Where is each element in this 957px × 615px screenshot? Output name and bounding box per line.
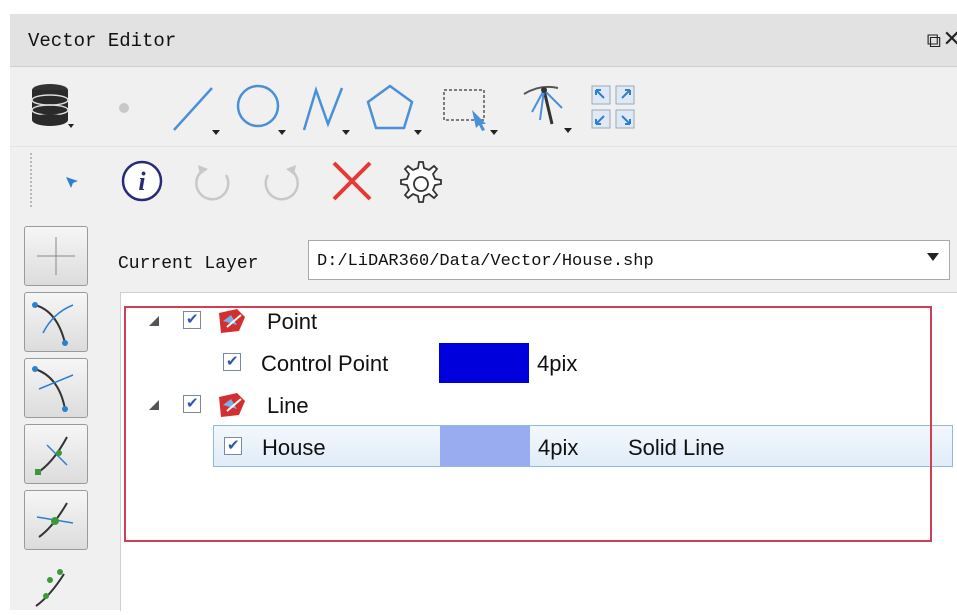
line-tool-icon[interactable]: [168, 80, 224, 136]
vector-layer-icon: [219, 393, 245, 417]
split-line-icon: [35, 436, 68, 475]
info-icon[interactable]: i: [118, 157, 166, 205]
curve-node-icon: [32, 366, 74, 412]
edit-tools-sidebar: [18, 226, 102, 610]
layer-house-size: 4pix: [538, 435, 579, 460]
tree-group-point[interactable]: Point: [121, 301, 951, 341]
expand-arrow-icon[interactable]: [149, 400, 159, 410]
current-layer-select[interactable]: D:/LiDAR360/Data/Vector/House.shp: [308, 240, 950, 280]
polyline-tool-icon[interactable]: [298, 80, 356, 136]
curve-edit-button[interactable]: [24, 292, 88, 352]
curve-edit-icon: [32, 302, 74, 346]
layer-control-point-checkbox[interactable]: [223, 352, 241, 371]
toolbar-primary: [10, 74, 957, 142]
current-layer-value: D:/LiDAR360/Data/Vector/House.shp: [317, 252, 654, 271]
delete-icon[interactable]: [328, 157, 376, 205]
layer-control-point-color-swatch[interactable]: [439, 343, 529, 383]
group-point-checkbox[interactable]: [183, 310, 201, 329]
toolbar-grip[interactable]: [30, 153, 35, 207]
vector-layer-icon: [219, 309, 245, 333]
tree-layer-control-point[interactable]: Control Point 4pix: [121, 343, 951, 383]
close-icon[interactable]: ✕: [943, 27, 957, 52]
group-point-name: Point: [267, 309, 318, 334]
database-layers-icon[interactable]: [28, 80, 78, 134]
toolbar-secondary: i: [10, 146, 957, 215]
layer-house-name: House: [262, 435, 326, 460]
layer-house-color-swatch[interactable]: [440, 426, 530, 466]
rectangle-select-icon[interactable]: [438, 80, 502, 136]
polygon-tool-icon[interactable]: [362, 80, 426, 136]
title-bar: Vector Editor ⧉ ✕: [10, 14, 957, 67]
layer-control-point-size: 4pix: [537, 351, 578, 376]
layer-house-style: Solid Line: [628, 435, 725, 460]
window-title: Vector Editor: [28, 30, 177, 52]
settings-gear-icon[interactable]: [394, 157, 444, 207]
group-line-checkbox[interactable]: [183, 394, 201, 413]
redo-icon[interactable]: [256, 157, 306, 207]
group-line-name: Line: [267, 393, 309, 418]
layer-panel: Current Layer D:/LiDAR360/Data/Vector/Ho…: [110, 214, 957, 611]
lasso-select-icon[interactable]: [514, 78, 578, 136]
point-tool-icon[interactable]: [114, 98, 134, 118]
circle-tool-icon[interactable]: [230, 80, 290, 136]
fit-extent-icon[interactable]: [588, 82, 638, 132]
undo-icon[interactable]: [188, 157, 238, 207]
crosshair-tool-icon: [37, 237, 75, 275]
layer-house-checkbox[interactable]: [224, 436, 242, 455]
svg-text:i: i: [138, 167, 146, 196]
curve-node-button[interactable]: [24, 358, 88, 418]
node-extra-icon: [35, 569, 65, 607]
float-window-icon[interactable]: ⧉: [927, 28, 941, 52]
select-pointer-icon[interactable]: [62, 173, 82, 193]
merge-node-button[interactable]: [24, 490, 88, 550]
node-extra-button[interactable]: [24, 556, 86, 610]
split-line-button[interactable]: [24, 424, 88, 484]
crosshair-tool-button[interactable]: [24, 226, 88, 286]
tree-group-line[interactable]: Line: [121, 385, 951, 425]
vector-editor-panel: Vector Editor ⧉ ✕ i Current Layer D:/LiD…: [10, 14, 957, 611]
layer-control-point-name: Control Point: [261, 351, 389, 376]
layer-tree: Point Control Point 4pix Line: [120, 292, 957, 611]
current-layer-label: Current Layer: [118, 254, 259, 274]
expand-arrow-icon[interactable]: [149, 316, 159, 326]
chevron-down-icon[interactable]: [927, 253, 939, 261]
merge-node-icon: [36, 502, 74, 538]
tree-layer-house[interactable]: House 4pix Solid Line: [213, 425, 953, 467]
